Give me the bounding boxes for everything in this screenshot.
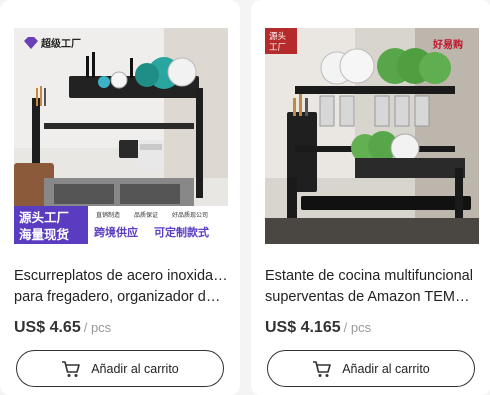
price-value: US$ 4.165 [265,319,341,336]
banner-text-b: 可定制款式 [154,225,209,239]
add-to-cart-button[interactable]: Añadir al carrito [267,350,475,387]
add-to-cart-label: Añadir al carrito [342,361,430,376]
brand-badge: 超级工厂 [40,37,81,50]
product-card[interactable]: 超级工厂 源头工厂 海量现货 直销制造 品质保证 好品质现公司 跨境供应 可定制… [0,0,240,395]
price-value: US$ 4.65 [14,319,81,336]
banner-tag: 品质保证 [134,211,158,219]
price-unit: / pcs [83,320,112,335]
corner-label: 工厂 [269,43,286,53]
corner-label: 源头 [269,31,287,42]
banner-line2: 海量现货 [19,227,70,242]
product-title-line: Estante de cocina multifuncional [265,268,473,284]
product-price: US$ 4.165/ pcs [265,319,371,337]
banner-tag: 直销制造 [96,211,120,219]
product-card[interactable]: 源头 工厂 好易购 Estante de cocina multifuncion… [251,0,490,395]
shopping-cart-icon [61,360,81,378]
banner-text-a: 跨境供应 [94,225,138,239]
product-title-line: Escurreplatos de acero inoxidable [14,268,228,284]
banner-tag: 好品质现公司 [172,211,208,219]
shopping-cart-icon [312,360,332,378]
banner-line1: 源头工厂 [19,210,69,225]
product-price: US$ 4.65/ pcs [14,319,111,337]
add-to-cart-button[interactable]: Añadir al carrito [16,350,224,387]
product-title[interactable]: Estante de cocina multifuncional superve… [265,266,479,308]
price-unit: / pcs [343,320,372,335]
product-title-line: superventas de Amazon TEMU… [265,289,479,305]
product-title-line: para fregadero, organizador de… [14,289,228,305]
product-image[interactable]: 超级工厂 源头工厂 海量现货 直销制造 品质保证 好品质现公司 跨境供应 可定制… [14,28,228,244]
product-title[interactable]: Escurreplatos de acero inoxidable para f… [14,266,228,308]
product-image[interactable]: 源头 工厂 好易购 [265,28,479,244]
store-mark: 好易购 [432,38,463,51]
add-to-cart-label: Añadir al carrito [91,361,179,376]
